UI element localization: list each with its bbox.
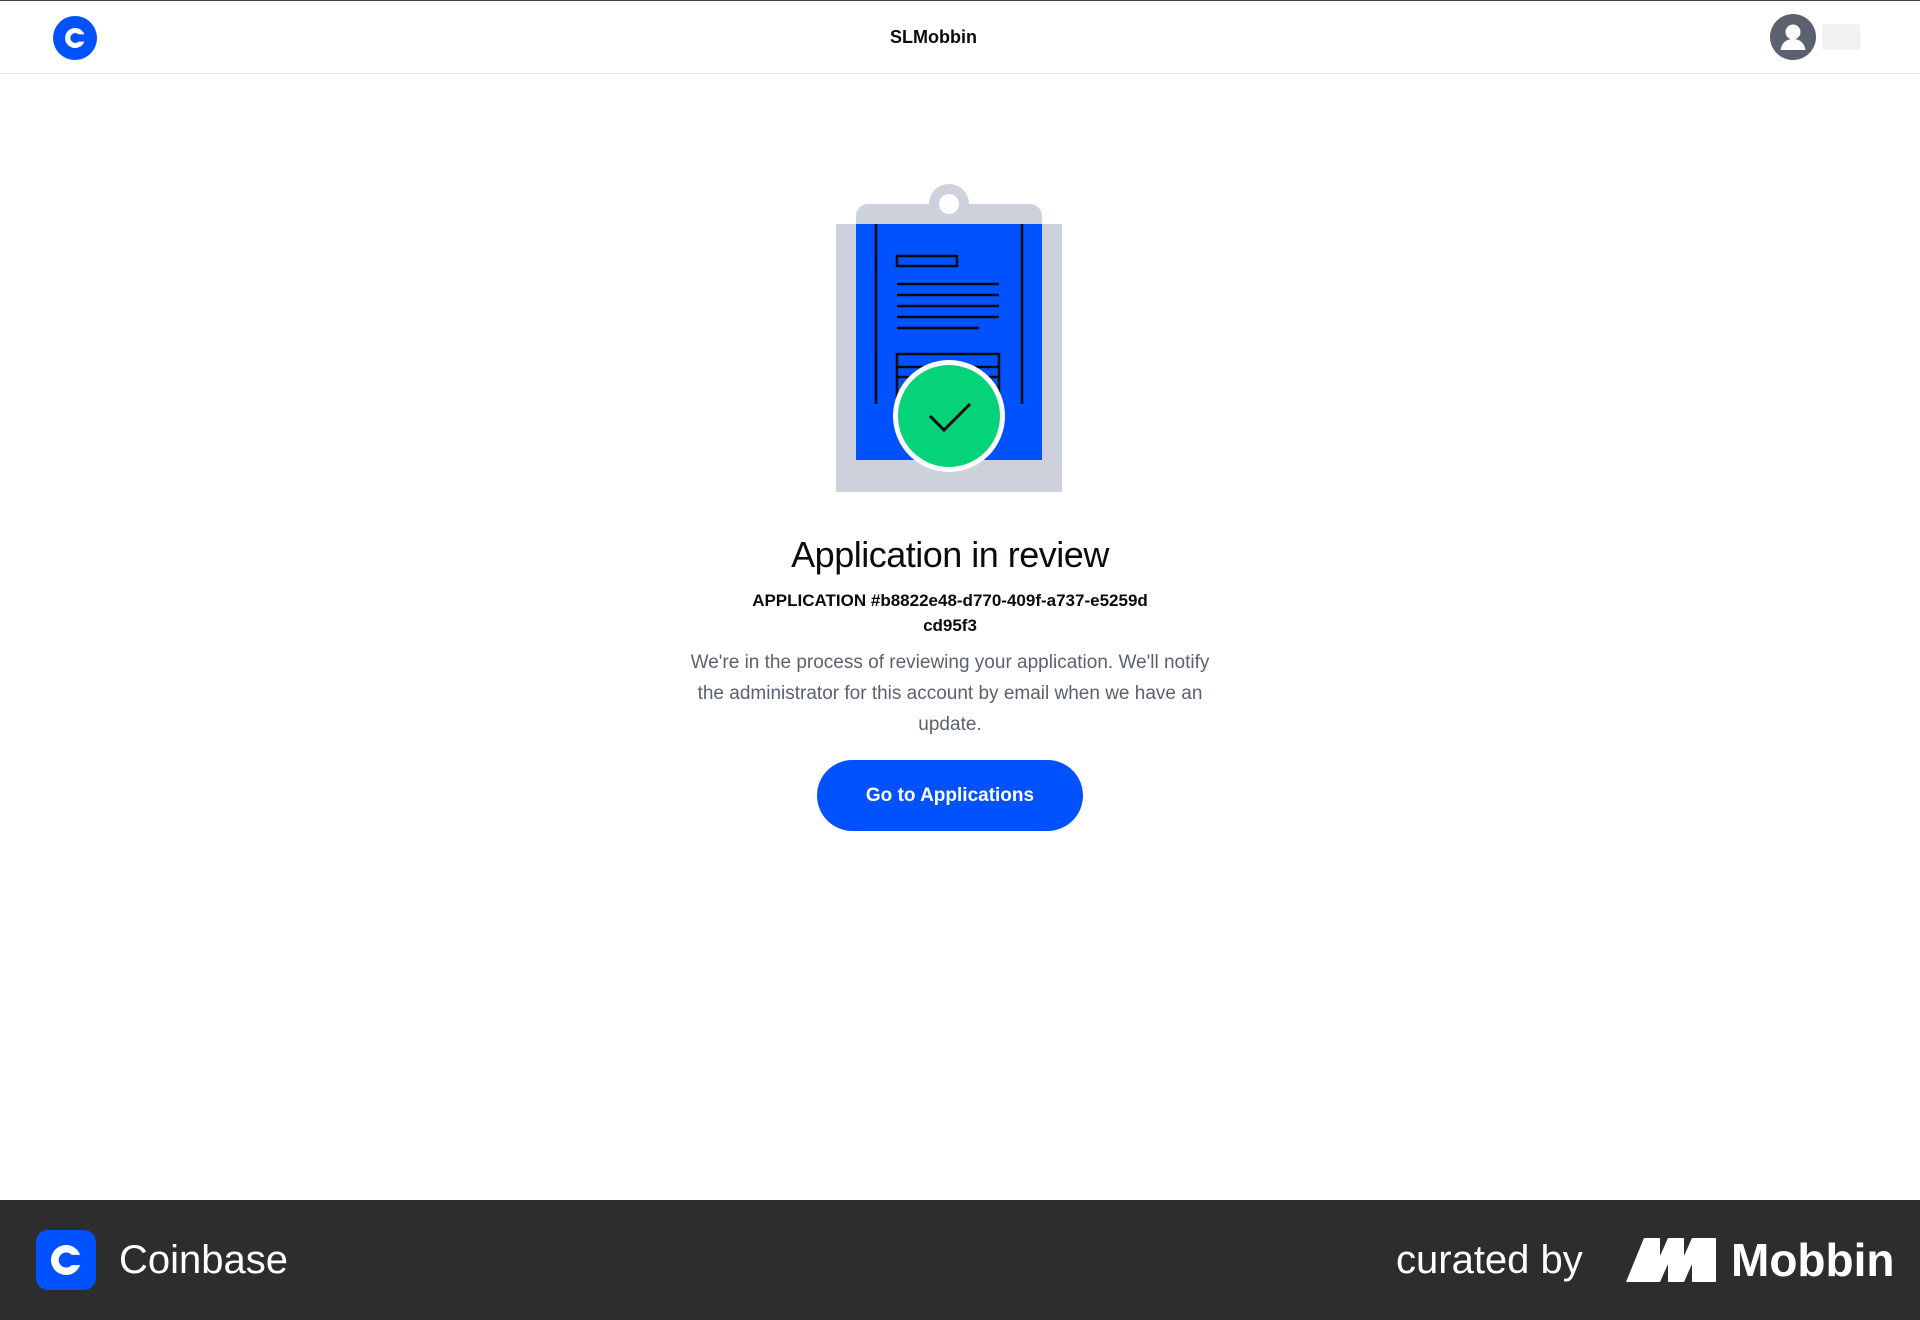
user-avatar-icon[interactable] xyxy=(1770,14,1816,60)
main-content: Application in review APPLICATION #b8822… xyxy=(0,74,1920,1200)
curation-banner: Coinbase curated by Mobbin xyxy=(0,1200,1920,1320)
mobbin-logo-icon xyxy=(1626,1238,1716,1282)
mobbin-brand-name: Mobbin xyxy=(1731,1234,1895,1286)
clipboard-approved-illustration xyxy=(836,184,1062,492)
page-title: Application in review xyxy=(791,534,1109,575)
go-to-applications-button[interactable]: Go to Applications xyxy=(817,760,1083,831)
application-id: APPLICATION #b8822e48-d770-409f-a737-e52… xyxy=(752,591,1148,635)
account-name-placeholder xyxy=(1822,24,1860,50)
curated-by-text: curated by xyxy=(1396,1238,1583,1282)
coinbase-logo-icon[interactable] xyxy=(53,16,97,60)
review-description: We're in the process of reviewing your a… xyxy=(690,652,1210,735)
organization-name: SLMobbin xyxy=(890,26,977,47)
coinbase-app-icon xyxy=(36,1230,96,1290)
account-menu[interactable] xyxy=(1770,14,1860,60)
footer-app-name: Coinbase xyxy=(119,1238,289,1282)
top-nav: SLMobbin xyxy=(0,0,1920,74)
